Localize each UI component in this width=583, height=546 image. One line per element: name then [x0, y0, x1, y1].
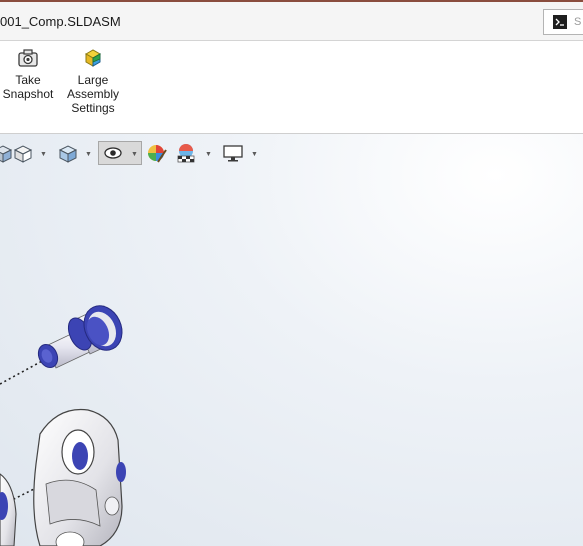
document-title: 001_Comp.SLDASM — [0, 14, 121, 29]
command-prompt-icon — [553, 15, 567, 29]
large-assembly-label-line2: Assembly — [66, 87, 119, 101]
pin-part — [37, 305, 123, 369]
search-hint: S — [574, 16, 582, 28]
snapshot-label-line1: Take — [15, 73, 41, 87]
search-box[interactable]: S — [543, 9, 583, 35]
camera-icon — [18, 49, 38, 67]
large-assembly-settings-button[interactable]: Large Assembly Settings — [63, 47, 123, 115]
graphics-viewport[interactable]: ▼ ▼ ▼ ▼ ▼ — [0, 134, 583, 546]
large-assembly-label-line1: Large — [77, 73, 109, 87]
assembly-model[interactable] — [0, 134, 583, 546]
ribbon-toolbar: Take Snapshot Large Assembly Settings — [0, 41, 583, 134]
title-bar: 001_Comp.SLDASM S — [0, 2, 583, 41]
clevis-part — [0, 408, 126, 546]
large-assembly-label-line3: Settings — [71, 101, 115, 115]
snapshot-label-line2: Snapshot — [2, 87, 54, 101]
explode-line-pin — [0, 359, 45, 385]
take-snapshot-button[interactable]: Take Snapshot — [0, 47, 58, 101]
large-assembly-icon — [84, 49, 102, 67]
